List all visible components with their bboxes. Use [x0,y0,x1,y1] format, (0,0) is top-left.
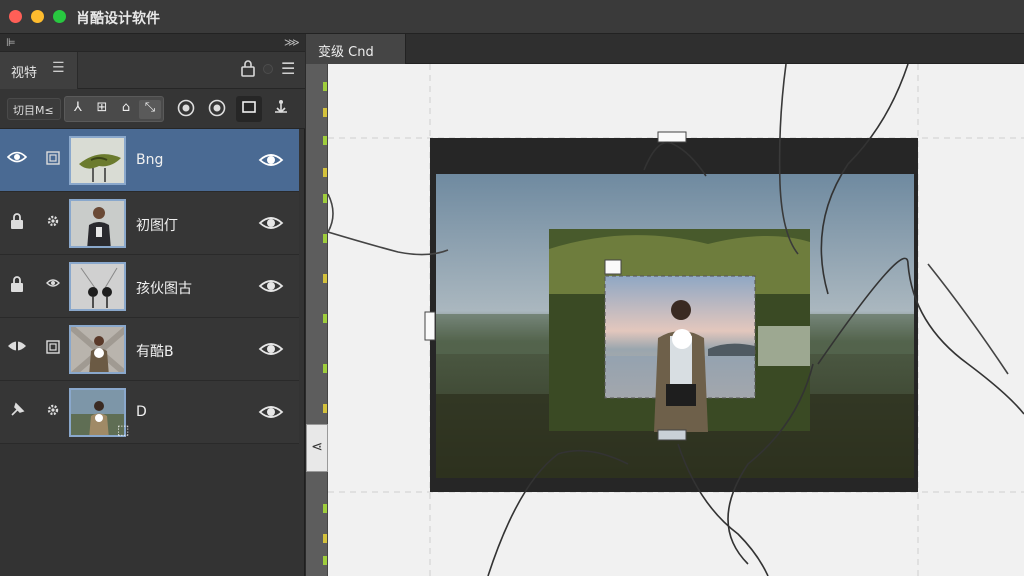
layer-thumbnail[interactable] [69,325,126,374]
layer-name[interactable]: 有酷B [136,341,174,361]
filter-field[interactable]: 切目M≤ [7,98,61,120]
gear-icon [46,403,60,421]
target-circle-icon[interactable] [175,98,197,122]
title-bar: 肖酷设计软件 [0,0,1024,34]
eye-icon[interactable] [6,149,28,168]
vertical-ruler[interactable] [306,64,328,576]
tool-btn-2[interactable]: ⊞ [91,100,113,119]
document-tab-label: 变级 Cnd [318,45,374,60]
lock-all-icon[interactable] [239,59,257,81]
tool-group: ⅄ ⊞ ⌂ ⤡ [64,96,164,122]
layer-name[interactable]: 孩伙图古 [136,278,192,298]
document-tab-bar: 变级 Cnd [306,34,1024,64]
separator-dot-icon [262,61,274,80]
layer-name[interactable]: D [136,404,147,420]
gear-icon [46,214,60,232]
layer-toolbar: 切目M≤ ⅄ ⊞ ⌂ ⤡ [0,89,305,129]
record-circle-icon[interactable] [206,98,228,122]
layer-name[interactable]: Bng [136,152,163,168]
close-window-button[interactable] [9,10,22,23]
visibility-eye-icon[interactable] [258,399,284,425]
tool-btn-4[interactable]: ⤡ [139,100,161,119]
visibility-eye-icon[interactable] [258,210,284,236]
layer-thumbnail[interactable] [69,136,126,185]
layer-row[interactable]: 孩伙图古 [0,255,299,318]
panel-strip: ⊫ ⋙ [0,34,305,52]
lock-icon[interactable] [7,212,27,234]
layer-row[interactable]: Bng [0,129,299,192]
zoom-window-button[interactable] [53,10,66,23]
anchor-icon[interactable] [270,98,292,120]
panel-header: 视特 ☰ ☰ [0,52,305,89]
minimize-window-button[interactable] [31,10,44,23]
layer-row[interactable]: ⬚ D [0,381,299,444]
window-title: 肖酷设计软件 [76,11,160,27]
cursor-icon: ⬚ [117,423,130,438]
layer-row[interactable]: 初图仃 [0,192,299,255]
canvas-artwork[interactable] [328,64,1024,576]
collapse-right-icon[interactable]: ⋙ [284,36,300,49]
tab-layers[interactable]: 视特 ☰ [0,52,78,89]
mask-icon[interactable] [7,338,27,358]
tool-btn-3[interactable]: ⌂ [115,100,137,119]
layer-type-icon [46,340,60,358]
tab-layers-label: 视特 [11,66,38,81]
layer-thumbnail[interactable] [69,262,126,311]
collapse-left-icon[interactable]: ⊫ [6,36,16,49]
layer-row[interactable]: 有酷B [0,318,299,381]
ruler-collapse-handle[interactable]: ⋖ [306,424,328,472]
tool-btn-1[interactable]: ⅄ [67,100,89,119]
visibility-eye-icon[interactable] [258,147,284,173]
visibility-eye-icon[interactable] [258,336,284,362]
layer-name[interactable]: 初图仃 [136,215,178,235]
pin-icon[interactable] [7,401,27,423]
layer-type-icon [46,151,60,169]
canvas-area[interactable] [328,64,1024,576]
lock-icon[interactable] [7,275,27,297]
tab-menu-icon[interactable]: ☰ [52,60,65,76]
visibility-eye-icon[interactable] [258,273,284,299]
panel-menu-icon[interactable]: ☰ [281,59,295,78]
layers-panel: ⊫ ⋙ 视特 ☰ ☰ 切目M≤ ⅄ ⊞ ⌂ ⤡ Bng 初图仃 孩伙图古 有酷B… [0,34,305,576]
visibility-small-icon [46,277,60,293]
layer-thumbnail[interactable] [69,199,126,248]
square-frame-icon[interactable] [236,96,262,122]
tab-document[interactable]: 变级 Cnd [306,34,406,64]
